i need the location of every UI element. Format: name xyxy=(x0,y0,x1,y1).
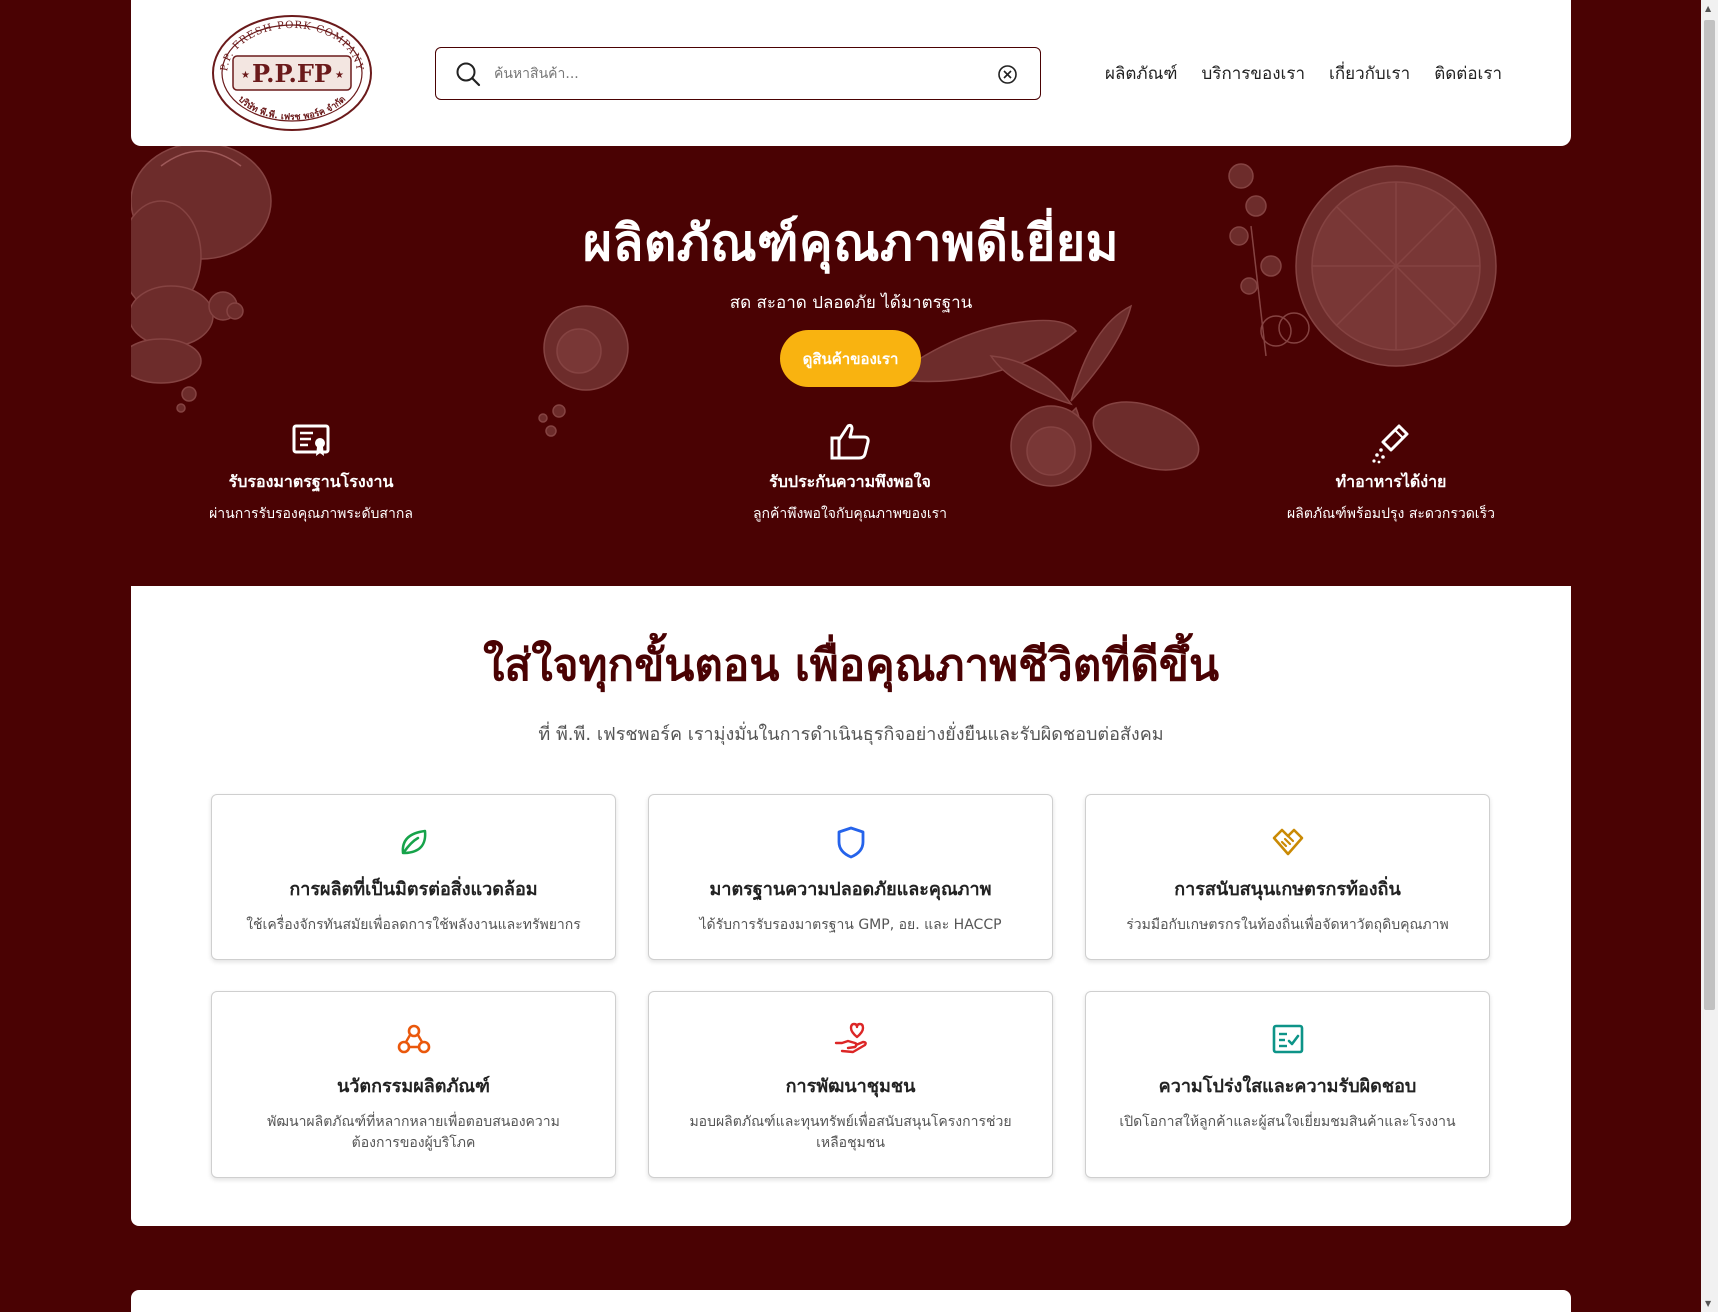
card-title: มาตรฐานความปลอดภัยและคุณภาพ xyxy=(709,879,992,900)
card-safety-quality: มาตรฐานความปลอดภัยและคุณภาพ ได้รับการรับ… xyxy=(648,794,1053,960)
feature-desc: ผลิตภัณฑ์พร้อมปรุง สะดวกรวดเร็ว xyxy=(1287,506,1495,522)
seasoning-icon xyxy=(1372,424,1409,464)
card-title: นวัตกรรมผลิตภัณฑ์ xyxy=(337,1076,490,1097)
card-title: ความโปร่งใสและความรับผิดชอบ xyxy=(1158,1076,1417,1097)
card-title: การสนับสนุนเกษตรกรท้องถิ่น xyxy=(1174,879,1401,900)
card-community: การพัฒนาชุมชน มอบผลิตภัณฑ์และทุนทรัพย์เพ… xyxy=(648,991,1053,1178)
search-icon[interactable] xyxy=(454,60,482,88)
feature-easy-cooking: ทำอาหารได้ง่าย ผลิตภัณฑ์พร้อมปรุง สะดวกร… xyxy=(1211,420,1571,525)
card-desc: ร่วมมือกับเกษตรกรในท้องถิ่นเพื่อจัดหาวัต… xyxy=(1126,917,1449,933)
search-bar xyxy=(435,47,1041,100)
card-desc: มอบผลิตภัณฑ์และทุนทรัพย์เพื่อสนับสนุนโคร… xyxy=(689,1114,1012,1151)
card-desc: เปิดโอกาสให้ลูกค้าและผู้สนใจเยี่ยมชมสินค… xyxy=(1119,1114,1456,1130)
innovation-icon xyxy=(397,1024,430,1054)
card-desc: ได้รับการรับรองมาตรฐาน GMP, อย. และ HACC… xyxy=(699,917,1002,933)
svg-text:★: ★ xyxy=(335,70,344,81)
heart-hand-icon xyxy=(834,1022,867,1054)
card-local-farmers: การสนับสนุนเกษตรกรท้องถิ่น ร่วมมือกับเกษ… xyxy=(1085,794,1490,960)
certificate-icon xyxy=(292,424,330,456)
feature-desc: ผ่านการรับรองคุณภาพระดับสากล xyxy=(209,506,413,522)
feature-desc: ลูกค้าพึงพอใจกับคุณภาพของเรา xyxy=(752,506,948,522)
thumbs-up-icon xyxy=(830,423,870,460)
scroll-up-icon[interactable]: ▲ xyxy=(1705,4,1711,13)
card-innovation: นวัตกรรมผลิตภัณฑ์ พัฒนาผลิตภัณฑ์ที่หลากห… xyxy=(211,991,616,1178)
feature-title: รับประกันความพึงพอใจ xyxy=(769,472,931,491)
card-title: การผลิตที่เป็นมิตรต่อสิ่งแวดล้อม xyxy=(289,879,538,900)
nav-products[interactable]: ผลิตภัณฑ์ xyxy=(1105,60,1178,87)
nav-about[interactable]: เกี่ยวกับเรา xyxy=(1329,60,1410,87)
site-header: P.P. FRESH PORK COMPANY P.P.FP บริษัท พี… xyxy=(131,0,1571,146)
scroll-down-icon[interactable]: ▼ xyxy=(1705,1299,1711,1308)
hero-subtitle: สด สะอาด ปลอดภัย ได้มาตรฐาน xyxy=(729,293,973,313)
checklist-icon xyxy=(1272,1024,1303,1054)
nav-services[interactable]: บริการของเรา xyxy=(1202,60,1306,87)
next-section-edge xyxy=(131,1290,1571,1312)
handshake-icon xyxy=(1272,828,1303,856)
card-desc: พัฒนาผลิตภัณฑ์ที่หลากหลายเพื่อตอบสนองควา… xyxy=(267,1114,560,1151)
feature-satisfaction: รับประกันความพึงพอใจ ลูกค้าพึงพอใจกับคุณ… xyxy=(670,420,1030,525)
search-input[interactable] xyxy=(494,58,974,90)
hero-section: ผลิตภัณฑ์คุณภาพดีเยี่ยม สด สะอาด ปลอดภัย… xyxy=(131,146,1571,586)
feature-certified: รับรองมาตรฐานโรงงาน ผ่านการรับรองคุณภาพร… xyxy=(131,420,491,525)
section-title: ใส่ใจทุกขั้นตอน เพื่อคุณภาพชีวิตที่ดีขึ้… xyxy=(482,640,1220,691)
hero-title: ผลิตภัณฑ์คุณภาพดีเยี่ยม xyxy=(582,214,1120,272)
main-nav: ผลิตภัณฑ์ บริการของเรา เกี่ยวกับเรา ติดต… xyxy=(1105,60,1502,87)
shield-icon xyxy=(837,826,864,859)
scrollbar-thumb[interactable] xyxy=(1704,20,1715,1010)
leaf-icon xyxy=(401,829,426,855)
feature-title: รับรองมาตรฐานโรงงาน xyxy=(228,472,394,491)
logo-brand: P.P.FP xyxy=(252,59,332,88)
company-logo[interactable]: P.P. FRESH PORK COMPANY P.P.FP บริษัท พี… xyxy=(211,14,373,132)
card-desc: ใช้เครื่องจักรทันสมัยเพื่อลดการใช้พลังงา… xyxy=(246,917,581,933)
card-title: การพัฒนาชุมชน xyxy=(785,1076,916,1097)
view-products-button[interactable]: ดูสินค้าของเรา xyxy=(780,330,921,387)
commitment-section: ใส่ใจทุกขั้นตอน เพื่อคุณภาพชีวิตที่ดีขึ้… xyxy=(131,586,1571,1226)
nav-contact[interactable]: ติดต่อเรา xyxy=(1434,60,1502,87)
card-transparency: ความโปร่งใสและความรับผิดชอบ เปิดโอกาสให้… xyxy=(1085,991,1490,1178)
svg-text:★: ★ xyxy=(241,70,250,81)
card-eco-production: การผลิตที่เป็นมิตรต่อสิ่งแวดล้อม ใช้เครื… xyxy=(211,794,616,960)
section-subtitle: ที่ พี.พี. เฟรชพอร์ค เรามุ่งมั่นในการดำเ… xyxy=(538,724,1164,745)
clear-icon[interactable] xyxy=(997,64,1018,85)
feature-title: ทำอาหารได้ง่าย xyxy=(1335,472,1447,491)
vertical-scrollbar[interactable]: ▲ ▼ xyxy=(1701,0,1718,1312)
